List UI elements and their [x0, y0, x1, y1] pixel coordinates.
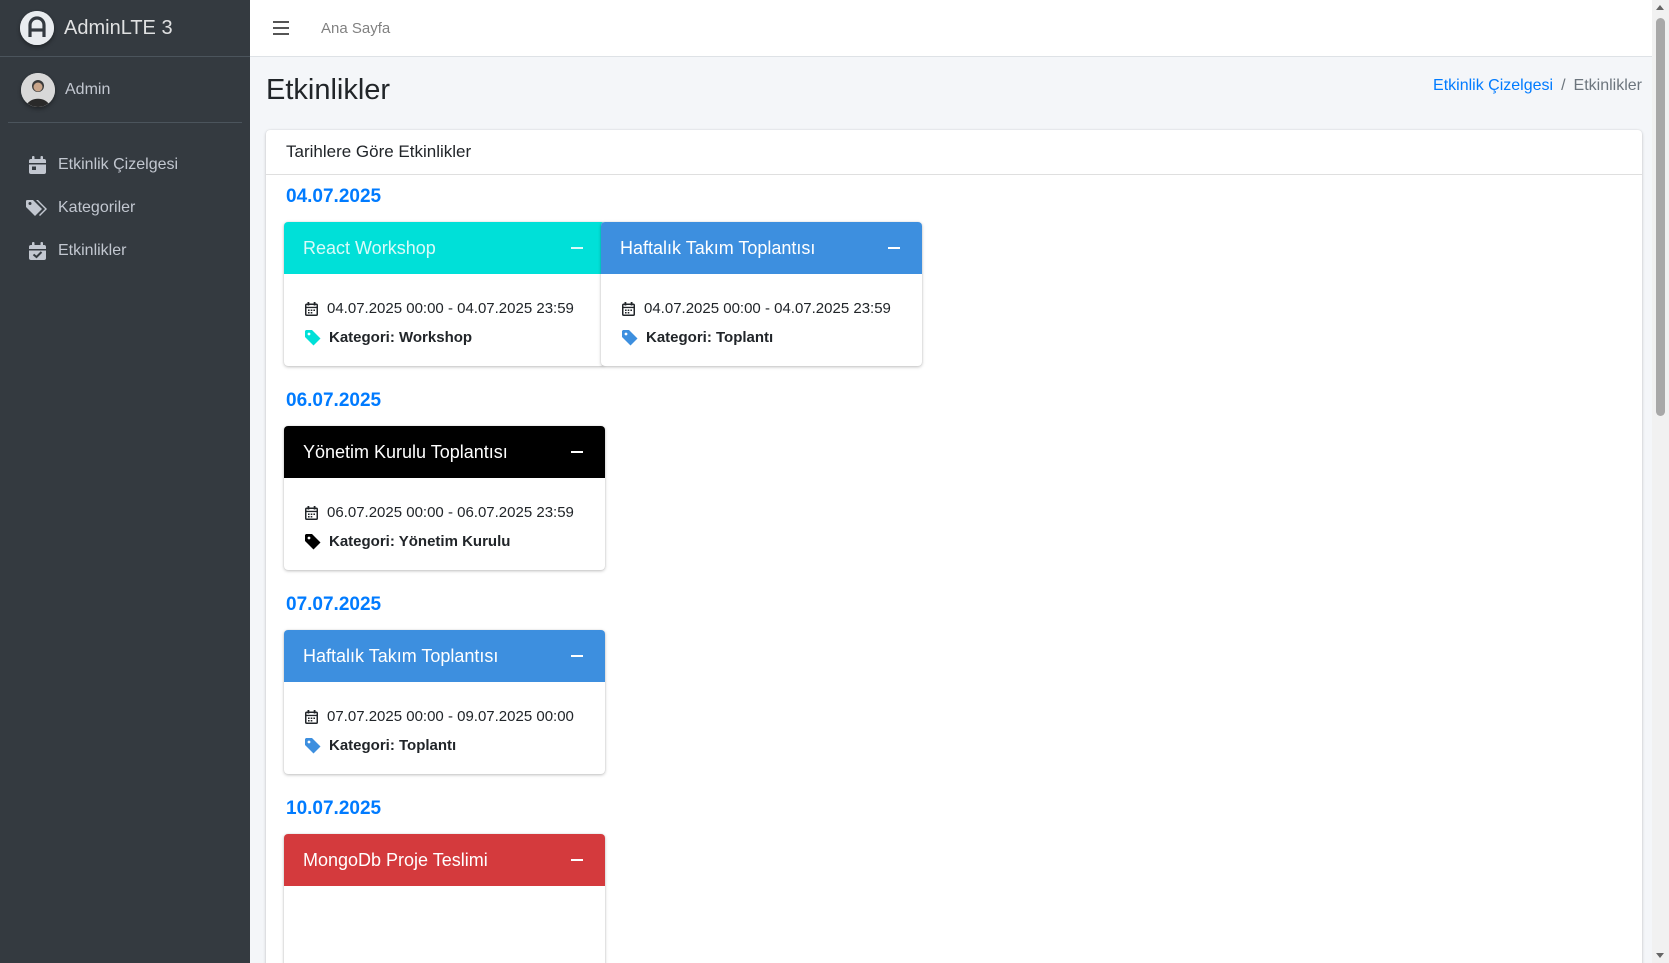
- collapse-minus-icon[interactable]: [886, 241, 902, 255]
- event-card: React Workshop 04.07.2025 00:00 - 04.07.…: [284, 222, 605, 366]
- event-card: Haftalık Takım Toplantısı 04.07.2025 00:…: [601, 222, 922, 366]
- tag-icon: [303, 329, 323, 346]
- event-card-header: Haftalık Takım Toplantısı: [284, 630, 605, 682]
- event-title: MongoDb Proje Teslimi: [303, 849, 488, 870]
- event-category: Kategori: Workshop: [329, 329, 473, 346]
- menu-toggle-icon[interactable]: [273, 17, 295, 39]
- sidebar-item-etkinlikler[interactable]: Etkinlikler: [8, 229, 242, 272]
- date-heading: 06.07.2025: [286, 390, 382, 411]
- event-category: Kategori: Toplantı: [646, 329, 774, 346]
- breadcrumb: Etkinlik Çizelgesi / Etkinlikler: [1433, 77, 1642, 95]
- event-title: Haftalık Takım Toplantısı: [620, 237, 816, 258]
- scroll-down-arrow-icon[interactable]: [1656, 953, 1664, 958]
- tag-icon: [303, 533, 323, 550]
- calendar-small-icon: [303, 505, 319, 521]
- scroll-thumb[interactable]: [1656, 18, 1665, 416]
- user-panel[interactable]: Admin: [8, 57, 242, 123]
- calendar-icon: [26, 154, 48, 176]
- event-time-row: 04.07.2025 00:00 - 04.07.2025 23:59: [620, 294, 903, 323]
- calendar-small-icon: [303, 301, 319, 317]
- event-category-row: Kategori: Yönetim Kurulu: [303, 527, 586, 556]
- date-heading: 10.07.2025: [286, 798, 382, 819]
- calendar-small-icon: [303, 709, 319, 725]
- sidebar-item-etkinlik-cizelgesi[interactable]: Etkinlik Çizelgesi: [8, 143, 242, 186]
- sidebar-item-label: Etkinlikler: [58, 241, 127, 259]
- breadcrumb-active: Etkinlikler: [1573, 77, 1642, 94]
- event-card-header: Haftalık Takım Toplantısı: [601, 222, 922, 274]
- sidebar-nav: Etkinlik Çizelgesi Kategoriler Etkinlikl…: [0, 123, 250, 272]
- event-time-row: 07.07.2025 00:00 - 09.07.2025 00:00: [303, 702, 586, 731]
- sidebar-item-kategoriler[interactable]: Kategoriler: [8, 186, 242, 229]
- event-time: 06.07.2025 00:00 - 06.07.2025 23:59: [327, 504, 574, 521]
- content-header: Etkinlikler Etkinlik Çizelgesi / Etkinli…: [250, 57, 1652, 129]
- event-time: 07.07.2025 00:00 - 09.07.2025 00:00: [327, 708, 574, 725]
- event-time: 04.07.2025 00:00 - 04.07.2025 23:59: [644, 300, 891, 317]
- brand-link[interactable]: AdminLTE 3: [0, 0, 250, 57]
- calendar-check-icon: [26, 240, 48, 262]
- tags-icon: [26, 197, 48, 219]
- event-card-header: MongoDb Proje Teslimi: [284, 834, 605, 886]
- sidebar: AdminLTE 3 Admin Etkinlik Çizelgesi Kate…: [0, 0, 250, 963]
- event-category-row: Kategori: Toplantı: [620, 323, 903, 352]
- date-heading: 07.07.2025: [286, 594, 382, 615]
- page-title: Etkinlikler: [266, 74, 391, 106]
- event-card: Yönetim Kurulu Toplantısı 06.07.2025 00:…: [284, 426, 605, 570]
- scroll-up-arrow-icon[interactable]: [1656, 5, 1664, 10]
- adminlte-logo-icon: [20, 11, 54, 45]
- event-card: Haftalık Takım Toplantısı 07.07.2025 00:…: [284, 630, 605, 774]
- event-card: MongoDb Proje Teslimi: [284, 834, 605, 963]
- event-category: Kategori: Toplantı: [329, 737, 457, 754]
- user-avatar: [21, 72, 55, 107]
- event-category-row: Kategori: Toplantı: [303, 731, 586, 760]
- collapse-minus-icon[interactable]: [569, 241, 585, 255]
- event-category: Kategori: Yönetim Kurulu: [329, 533, 511, 550]
- top-navbar: Ana Sayfa: [250, 0, 1652, 57]
- sidebar-item-label: Kategoriler: [58, 198, 136, 216]
- event-card-header: Yönetim Kurulu Toplantısı: [284, 426, 605, 478]
- breadcrumb-separator: /: [1561, 77, 1566, 94]
- event-time-row: 04.07.2025 00:00 - 04.07.2025 23:59: [303, 294, 586, 323]
- event-title: Yönetim Kurulu Toplantısı: [303, 441, 508, 462]
- collapse-minus-icon[interactable]: [569, 649, 585, 663]
- collapse-minus-icon[interactable]: [569, 445, 585, 459]
- event-title: Haftalık Takım Toplantısı: [303, 645, 499, 666]
- event-time-row: 06.07.2025 00:00 - 06.07.2025 23:59: [303, 498, 586, 527]
- calendar-small-icon: [620, 301, 636, 317]
- event-category-row: Kategori: Workshop: [303, 323, 586, 352]
- event-card-header: React Workshop: [284, 222, 605, 274]
- page-scrollbar[interactable]: [1652, 0, 1669, 963]
- events-by-date-card: Tarihlere Göre Etkinlikler 04.07.2025 Re…: [266, 130, 1642, 963]
- date-heading: 04.07.2025: [286, 186, 382, 207]
- home-link[interactable]: Ana Sayfa: [321, 20, 390, 37]
- event-time: 04.07.2025 00:00 - 04.07.2025 23:59: [327, 300, 574, 317]
- brand-title: AdminLTE 3: [64, 16, 173, 39]
- collapse-minus-icon[interactable]: [569, 853, 585, 867]
- card-title: Tarihlere Göre Etkinlikler: [266, 130, 1642, 175]
- tag-icon: [303, 737, 323, 754]
- breadcrumb-link[interactable]: Etkinlik Çizelgesi: [1433, 77, 1553, 95]
- tag-icon: [620, 329, 640, 346]
- sidebar-item-label: Etkinlik Çizelgesi: [58, 155, 179, 173]
- event-title: React Workshop: [303, 237, 436, 258]
- user-name: Admin: [65, 80, 111, 98]
